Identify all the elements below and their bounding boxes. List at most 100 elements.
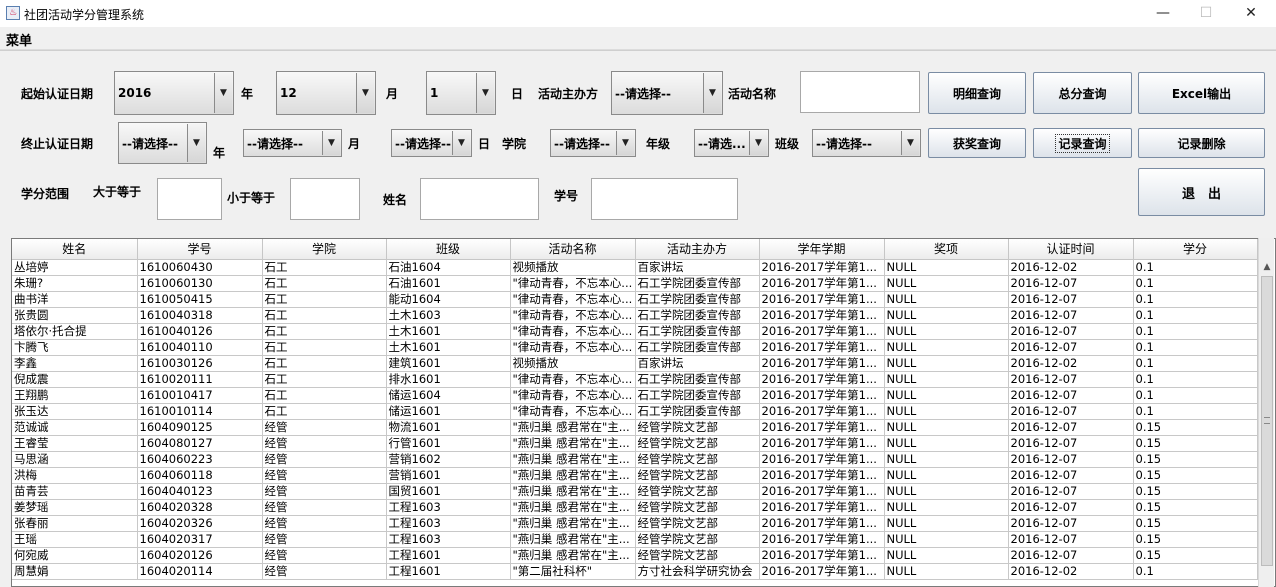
table-cell[interactable]: "律动青春，不忘本心... — [510, 403, 636, 420]
table-cell[interactable]: 张贵圆 — [12, 307, 138, 324]
table-cell[interactable]: 1610010114 — [137, 403, 263, 420]
table-cell[interactable]: 工程1603 — [386, 531, 511, 548]
table-row[interactable]: 周慧娟 1604020114 经管 工程1601 "第二届社科杯" 方寸社会科学研究协会 2… — [12, 563, 1258, 580]
scroll-up-icon[interactable]: ▲ — [1259, 259, 1275, 275]
table-cell[interactable]: 石工学院团委宣传部 — [635, 339, 760, 356]
table-cell[interactable]: 0.15 — [1133, 515, 1258, 532]
table-cell[interactable]: 塔依尔·托合提 — [12, 323, 138, 340]
table-cell[interactable]: NULL — [884, 355, 1009, 372]
table-cell[interactable]: 0.15 — [1133, 467, 1258, 484]
table-cell[interactable]: NULL — [884, 403, 1009, 420]
table-cell[interactable]: 建筑1601 — [386, 355, 511, 372]
table-cell[interactable]: 1604020317 — [137, 531, 263, 548]
table-cell[interactable]: "燕归巢 感君常在"主... — [510, 483, 636, 500]
table-cell[interactable]: 周慧娟 — [12, 563, 138, 580]
table-cell[interactable]: "律动青春，不忘本心... — [510, 291, 636, 308]
table-cell[interactable]: 经管学院文艺部 — [635, 451, 760, 468]
table-cell[interactable]: 2016-2017学年第1... — [759, 355, 885, 372]
credit-max-input[interactable] — [290, 178, 360, 220]
table-cell[interactable]: 经管 — [262, 419, 387, 436]
table-cell[interactable]: 2016-12-07 — [1008, 403, 1134, 420]
table-cell[interactable]: 2016-2017学年第1... — [759, 371, 885, 388]
table-cell[interactable]: 石工 — [262, 387, 387, 404]
table-cell[interactable]: 百家讲坛 — [635, 259, 760, 276]
column-header[interactable]: 学分 — [1133, 239, 1258, 260]
organizer-select[interactable]: --请选择-- ▼ — [611, 71, 723, 115]
table-cell[interactable]: 2016-2017学年第1... — [759, 563, 885, 580]
table-cell[interactable]: NULL — [884, 563, 1009, 580]
table-cell[interactable]: 石工学院团委宣传部 — [635, 371, 760, 388]
table-cell[interactable]: 1604080127 — [137, 435, 263, 452]
table-cell[interactable]: 朱珊? — [12, 275, 138, 292]
table-cell[interactable]: NULL — [884, 435, 1009, 452]
excel-export-button[interactable]: Excel输出 — [1138, 72, 1265, 114]
table-cell[interactable]: 经管 — [262, 451, 387, 468]
chevron-down-icon[interactable]: ▼ — [476, 73, 494, 113]
menu-main[interactable]: 菜单 — [6, 30, 32, 49]
table-cell[interactable]: 倪成震 — [12, 371, 138, 388]
table-cell[interactable]: 0.15 — [1133, 435, 1258, 452]
exit-button[interactable]: 退 出 — [1138, 168, 1265, 216]
table-cell[interactable]: 2016-12-07 — [1008, 419, 1134, 436]
table-cell[interactable]: 0.15 — [1133, 419, 1258, 436]
table-cell[interactable]: 0.1 — [1133, 371, 1258, 388]
column-header[interactable]: 学年学期 — [759, 239, 885, 260]
table-cell[interactable]: 1604040123 — [137, 483, 263, 500]
table-cell[interactable]: 0.1 — [1133, 307, 1258, 324]
total-query-button[interactable]: 总分查询 — [1033, 72, 1132, 114]
table-cell[interactable]: 洪梅 — [12, 467, 138, 484]
table-cell[interactable]: 2016-2017学年第1... — [759, 435, 885, 452]
table-cell[interactable]: 石工学院团委宣传部 — [635, 307, 760, 324]
table-cell[interactable]: 王睿莹 — [12, 435, 138, 452]
table-cell[interactable]: 张春丽 — [12, 515, 138, 532]
table-cell[interactable]: 2016-12-07 — [1008, 339, 1134, 356]
table-cell[interactable]: 2016-12-07 — [1008, 499, 1134, 516]
table-cell[interactable]: 石工 — [262, 275, 387, 292]
table-cell[interactable]: 能动1604 — [386, 291, 511, 308]
table-cell[interactable]: 姜梦瑶 — [12, 499, 138, 516]
table-cell[interactable]: 经管 — [262, 435, 387, 452]
table-cell[interactable]: 2016-2017学年第1... — [759, 515, 885, 532]
table-cell[interactable]: 2016-2017学年第1... — [759, 275, 885, 292]
table-cell[interactable]: 储运1601 — [386, 403, 511, 420]
start-month-select[interactable]: 12 ▼ — [276, 71, 376, 115]
table-cell[interactable]: 储运1604 — [386, 387, 511, 404]
table-cell[interactable]: 经管 — [262, 483, 387, 500]
table-cell[interactable]: 1604020126 — [137, 547, 263, 564]
table-cell[interactable]: 土木1601 — [386, 323, 511, 340]
table-cell[interactable]: NULL — [884, 275, 1009, 292]
table-cell[interactable]: 视频播放 — [510, 355, 636, 372]
table-cell[interactable]: 土木1603 — [386, 307, 511, 324]
column-header[interactable]: 活动主办方 — [635, 239, 760, 260]
table-cell[interactable]: "燕归巢 感君常在"主... — [510, 435, 636, 452]
table-cell[interactable]: 土木1601 — [386, 339, 511, 356]
chevron-down-icon[interactable]: ▼ — [616, 131, 634, 155]
column-header[interactable]: 认证时间 — [1008, 239, 1134, 260]
table-cell[interactable]: 1604020326 — [137, 515, 263, 532]
record-query-button[interactable]: 记录查询 — [1033, 128, 1132, 158]
college-select[interactable]: --请选择-- ▼ — [550, 129, 636, 157]
table-cell[interactable]: 李鑫 — [12, 355, 138, 372]
table-cell[interactable]: 石工 — [262, 323, 387, 340]
table-cell[interactable]: 1610040110 — [137, 339, 263, 356]
table-cell[interactable]: "律动青春，不忘本心... — [510, 371, 636, 388]
table-cell[interactable]: 王瑶 — [12, 531, 138, 548]
table-cell[interactable]: 石工 — [262, 259, 387, 276]
table-cell[interactable]: 百家讲坛 — [635, 355, 760, 372]
table-cell[interactable]: 工程1603 — [386, 515, 511, 532]
table-cell[interactable]: 经管学院文艺部 — [635, 499, 760, 516]
close-button[interactable]: ✕ — [1228, 0, 1274, 27]
table-cell[interactable]: 2016-2017学年第1... — [759, 387, 885, 404]
table-vertical-scrollbar[interactable]: ▲ — [1258, 238, 1274, 587]
table-cell[interactable]: "燕归巢 感君常在"主... — [510, 419, 636, 436]
table-cell[interactable]: 营销1602 — [386, 451, 511, 468]
table-row[interactable]: 丛培婷 1610060430 石工 石油1604 视频播放 百家讲坛 2016-2017学年… — [12, 259, 1258, 276]
table-row[interactable]: 范诚诚 1604090125 经管 物流1601 "燕归巢 感君常在"主... 经管学院文… — [12, 419, 1258, 436]
table-cell[interactable]: 经管学院文艺部 — [635, 515, 760, 532]
table-cell[interactable]: NULL — [884, 307, 1009, 324]
end-day-select[interactable]: --请选择-- ▼ — [391, 129, 472, 157]
table-cell[interactable]: 2016-2017学年第1... — [759, 339, 885, 356]
detail-query-button[interactable]: 明细查询 — [928, 72, 1026, 114]
table-cell[interactable]: 石工 — [262, 371, 387, 388]
table-cell[interactable]: 曲书洋 — [12, 291, 138, 308]
